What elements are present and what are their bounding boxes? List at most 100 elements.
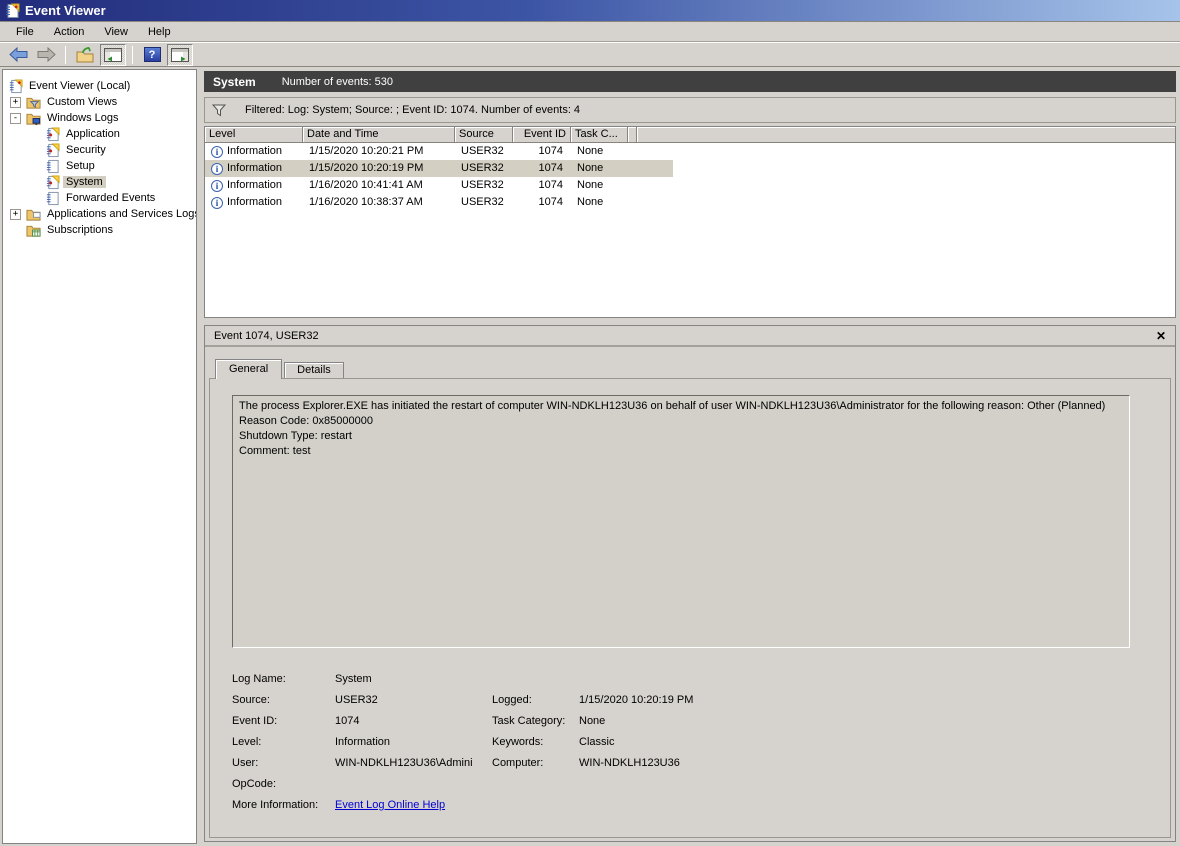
field-label-computer: Computer: xyxy=(492,757,579,769)
tree-item-forwarded-events[interactable]: Forwarded Events xyxy=(3,190,196,206)
log-icon xyxy=(45,159,60,174)
column-header-level[interactable]: Level xyxy=(205,127,303,143)
event-log-icon xyxy=(8,79,23,94)
forward-button[interactable] xyxy=(33,44,59,66)
table-row-selected[interactable]: iInformation 1/15/2020 10:20:19 PM USER3… xyxy=(205,160,1175,177)
filter-funnel-icon xyxy=(212,104,226,117)
filter-summary: Filtered: Log: System; Source: ; Event I… xyxy=(245,104,580,116)
menu-bar: File Action View Help xyxy=(0,22,1180,42)
information-icon: i xyxy=(211,180,223,192)
action-pane-icon xyxy=(171,48,189,62)
field-label-logged: Logged: xyxy=(492,694,579,706)
tree-item-setup[interactable]: Setup xyxy=(3,158,196,174)
field-value-event-id: 1074 xyxy=(335,715,492,727)
field-label-task-category: Task Category: xyxy=(492,715,579,727)
log-header-bar: System Number of events: 530 xyxy=(204,71,1176,92)
information-icon: i xyxy=(211,146,223,158)
tree-item-windows-logs[interactable]: - Windows Logs xyxy=(3,110,196,126)
tab-details[interactable]: Details xyxy=(284,362,344,378)
tab-general[interactable]: General xyxy=(215,359,282,379)
help-button[interactable]: ? xyxy=(139,44,165,66)
information-icon: i xyxy=(211,197,223,209)
expand-icon[interactable]: + xyxy=(10,209,21,220)
column-header-blank xyxy=(628,127,637,143)
title-bar: Event Viewer xyxy=(0,0,1180,22)
field-label-log-name: Log Name: xyxy=(232,673,335,685)
field-label-more-information: More Information: xyxy=(232,799,335,811)
tree-item-subscriptions[interactable]: Subscriptions xyxy=(3,222,196,238)
event-viewer-app-icon xyxy=(4,3,20,19)
toolbar: ? xyxy=(0,42,1180,67)
field-label-keywords: Keywords: xyxy=(492,736,579,748)
expand-icon[interactable]: + xyxy=(10,97,21,108)
close-icon[interactable]: ✕ xyxy=(1156,329,1166,343)
toolbar-separator xyxy=(65,46,66,64)
forward-arrow-icon xyxy=(37,47,56,62)
show-hide-action-pane-button[interactable] xyxy=(167,44,193,66)
event-count: Number of events: 530 xyxy=(282,76,393,88)
tree-item-security[interactable]: Security xyxy=(3,142,196,158)
menu-help[interactable]: Help xyxy=(138,24,181,40)
vertical-splitter[interactable] xyxy=(197,69,204,844)
preview-pane-header: Event 1074, USER32 ✕ xyxy=(205,326,1175,347)
console-tree-icon xyxy=(104,48,122,62)
column-header-task-category[interactable]: Task C... xyxy=(571,127,628,143)
tree-item-system[interactable]: System xyxy=(3,174,196,190)
tree-item-applications-and-services-logs[interactable]: + Applications and Services Logs xyxy=(3,206,196,222)
results-pane: System Number of events: 530 Filtered: L… xyxy=(204,69,1176,844)
column-header-event-id[interactable]: Event ID xyxy=(513,127,571,143)
tree-item-event-viewer-local[interactable]: Event Viewer (Local) xyxy=(3,78,196,94)
open-saved-log-icon xyxy=(76,47,94,63)
event-log-online-help-link[interactable]: Event Log Online Help xyxy=(335,799,445,811)
table-row[interactable]: iInformation 1/15/2020 10:20:21 PM USER3… xyxy=(205,143,1175,160)
menu-file[interactable]: File xyxy=(6,24,44,40)
table-row[interactable]: iInformation 1/16/2020 10:41:41 AM USER3… xyxy=(205,177,1175,194)
field-value-log-name: System xyxy=(335,673,492,685)
content-area: Event Viewer (Local) + Custom Views - Wi… xyxy=(0,67,1180,846)
event-properties: Log Name: System Source: USER32 Logged: … xyxy=(232,668,1130,815)
preview-pane: Event 1074, USER32 ✕ General Details The… xyxy=(204,325,1176,842)
field-value-computer: WIN-NDKLH123U36 xyxy=(579,757,1130,769)
back-button[interactable] xyxy=(5,44,31,66)
window-title: Event Viewer xyxy=(25,3,106,18)
field-value-level: Information xyxy=(335,736,492,748)
field-label-source: Source: xyxy=(232,694,335,706)
menu-action[interactable]: Action xyxy=(44,24,95,40)
back-arrow-icon xyxy=(9,47,28,62)
preview-pane-title: Event 1074, USER32 xyxy=(214,330,319,342)
field-value-source: USER32 xyxy=(335,694,492,706)
information-icon: i xyxy=(211,163,223,175)
table-row[interactable]: iInformation 1/16/2020 10:38:37 AM USER3… xyxy=(205,194,1175,211)
field-label-level: Level: xyxy=(232,736,335,748)
tree-item-custom-views[interactable]: + Custom Views xyxy=(3,94,196,110)
log-alert-icon xyxy=(45,143,60,158)
field-value-user: WIN-NDKLH123U36\Admini xyxy=(335,757,492,769)
console-tree: Event Viewer (Local) + Custom Views - Wi… xyxy=(2,69,197,844)
column-header-date-and-time[interactable]: Date and Time xyxy=(303,127,455,143)
menu-view[interactable]: View xyxy=(94,24,138,40)
field-label-opcode: OpCode: xyxy=(232,778,335,790)
help-icon: ? xyxy=(144,47,161,62)
log-icon xyxy=(45,191,60,206)
windows-logs-folder-icon xyxy=(26,111,41,126)
filter-bar: Filtered: Log: System; Source: ; Event I… xyxy=(204,97,1176,123)
event-description[interactable]: The process Explorer.EXE has initiated t… xyxy=(232,395,1130,648)
tree-item-application[interactable]: Application xyxy=(3,126,196,142)
field-value-task-category: None xyxy=(579,715,1130,727)
general-tab-panel: The process Explorer.EXE has initiated t… xyxy=(209,378,1171,838)
field-label-event-id: Event ID: xyxy=(232,715,335,727)
column-header-filler xyxy=(637,127,1175,143)
custom-views-folder-icon xyxy=(26,95,41,110)
log-alert-icon xyxy=(45,127,60,142)
column-header-source[interactable]: Source xyxy=(455,127,513,143)
collapse-icon[interactable]: - xyxy=(10,113,21,124)
subscriptions-folder-icon xyxy=(26,223,41,238)
log-name: System xyxy=(213,75,256,89)
event-list: Level Date and Time Source Event ID Task… xyxy=(204,126,1176,318)
folder-icon xyxy=(26,207,41,222)
field-value-keywords: Classic xyxy=(579,736,1130,748)
event-list-header: Level Date and Time Source Event ID Task… xyxy=(205,127,1175,143)
open-saved-log-button[interactable] xyxy=(72,44,98,66)
show-hide-console-tree-button[interactable] xyxy=(100,44,126,66)
toolbar-separator xyxy=(132,46,133,64)
